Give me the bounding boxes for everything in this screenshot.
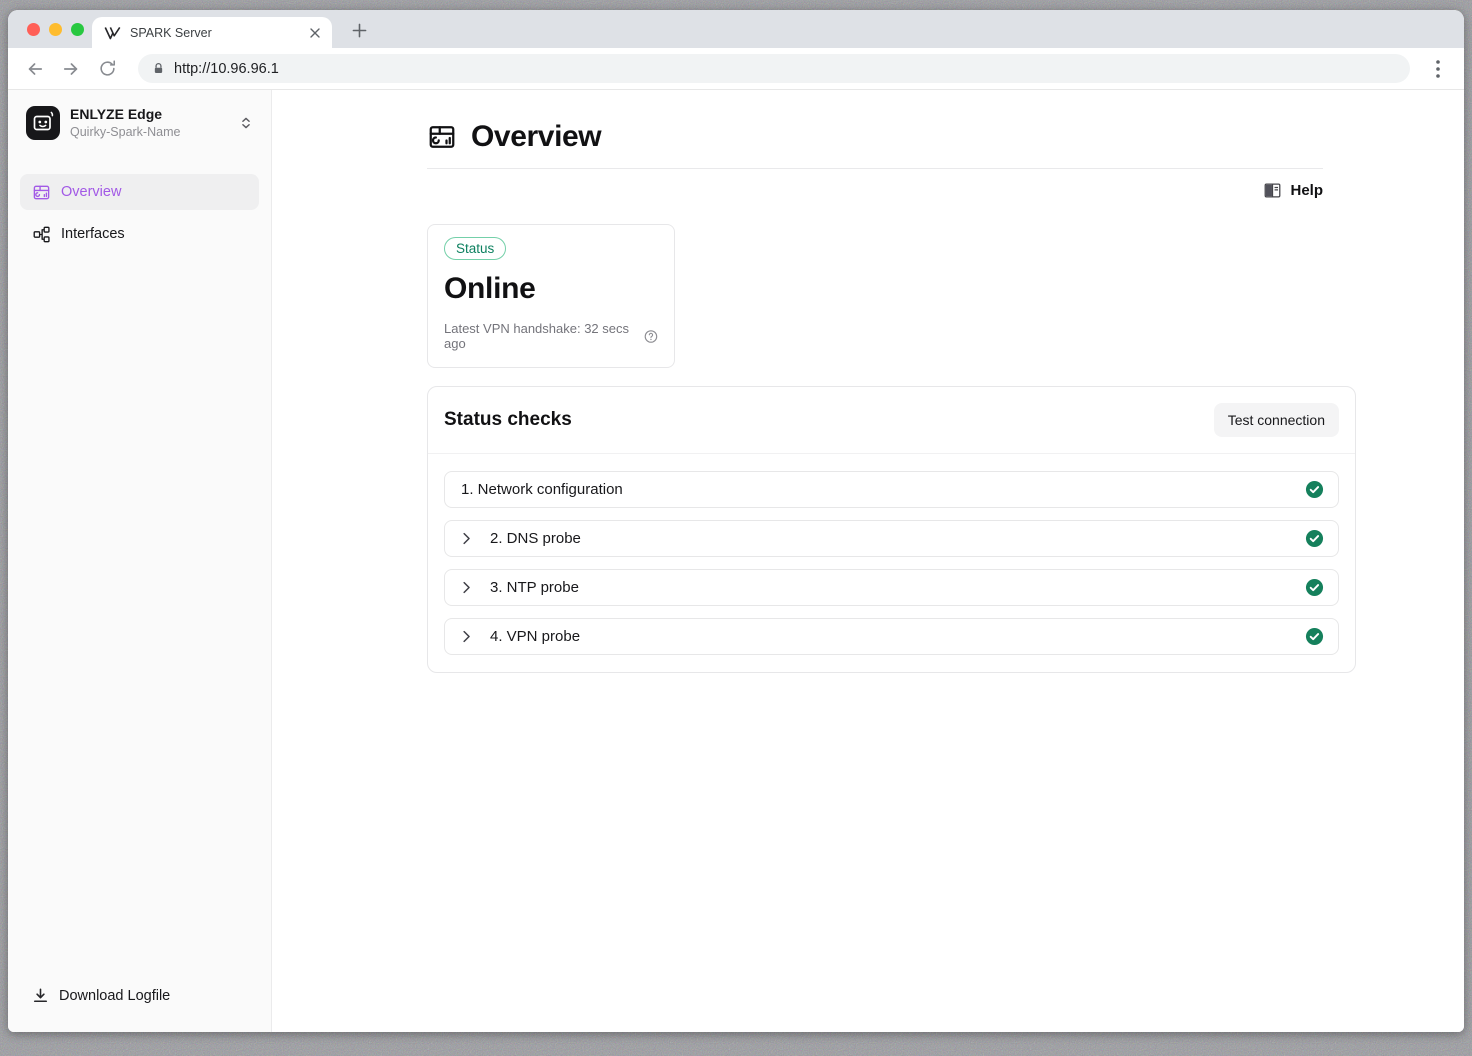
help-row: Help: [427, 181, 1323, 200]
app-content: ENLYZE Edge Quirky-Spark-Name Overview I: [8, 90, 1464, 1032]
dashboard-icon: [427, 122, 457, 152]
plus-icon: [352, 23, 367, 38]
back-arrow-icon: [25, 59, 45, 79]
sidebar-nav: Overview Interfaces: [20, 174, 259, 252]
browser-window: SPARK Server http://10.96.96.1: [8, 10, 1464, 1032]
check-row-network-configuration: 1. Network configuration: [444, 471, 1339, 508]
sidebar-item-label: Interfaces: [61, 226, 125, 242]
chevron-right-icon[interactable]: [459, 629, 474, 644]
check-label: 1. Network configuration: [461, 481, 623, 498]
status-card: Status Online Latest VPN handshake: 32 s…: [427, 224, 675, 368]
page-title: Overview: [471, 120, 601, 154]
download-logfile-label: Download Logfile: [59, 988, 170, 1004]
close-tab-icon[interactable]: [310, 28, 320, 38]
dashboard-icon: [32, 183, 51, 202]
test-connection-button[interactable]: Test connection: [1214, 403, 1339, 437]
forward-arrow-icon: [61, 59, 81, 79]
question-circle-icon[interactable]: [644, 329, 658, 344]
check-row-vpn-probe[interactable]: 4. VPN probe: [444, 618, 1339, 655]
check-success-icon: [1305, 627, 1324, 646]
check-row-dns-probe[interactable]: 2. DNS probe: [444, 520, 1339, 557]
check-label: 3. NTP probe: [490, 579, 579, 596]
site-favicon-icon: [104, 26, 121, 40]
status-checks-card: Status checks Test connection 1. Network…: [427, 386, 1356, 673]
browser-menu-button[interactable]: [1426, 57, 1450, 81]
chevron-right-icon[interactable]: [459, 531, 474, 546]
sidebar-item-label: Overview: [61, 184, 121, 200]
chevron-right-icon[interactable]: [459, 580, 474, 595]
workspace-labels: ENLYZE Edge Quirky-Spark-Name: [70, 106, 229, 140]
check-label: 4. VPN probe: [490, 628, 580, 645]
close-window-button[interactable]: [27, 23, 40, 36]
status-badge: Status: [444, 237, 506, 260]
status-value: Online: [444, 272, 658, 306]
handshake-text: Latest VPN handshake: 32 secs ago: [444, 321, 639, 351]
sidebar: ENLYZE Edge Quirky-Spark-Name Overview I: [8, 90, 272, 1032]
chevron-up-down-icon: [239, 116, 253, 130]
address-bar[interactable]: http://10.96.96.1: [138, 54, 1410, 83]
download-logfile-button[interactable]: Download Logfile: [20, 981, 259, 1010]
reload-icon: [98, 59, 117, 78]
check-success-icon: [1305, 480, 1324, 499]
check-row-ntp-probe[interactable]: 3. NTP probe: [444, 569, 1339, 606]
reload-button[interactable]: [94, 56, 120, 82]
check-success-icon: [1305, 529, 1324, 548]
download-icon: [32, 987, 49, 1004]
status-checks-list: 1. Network configuration 2. DNS probe: [428, 454, 1355, 672]
status-checks-header: Status checks Test connection: [428, 387, 1355, 454]
lock-icon: [152, 62, 165, 75]
help-link[interactable]: Help: [1263, 181, 1323, 200]
workspace-subtitle: Quirky-Spark-Name: [70, 124, 229, 140]
url-text: http://10.96.96.1: [174, 61, 279, 77]
kebab-menu-icon: [1436, 60, 1440, 78]
help-label: Help: [1290, 182, 1323, 199]
status-subtext: Latest VPN handshake: 32 secs ago: [444, 321, 658, 351]
header-divider: [427, 168, 1323, 169]
tab-title: SPARK Server: [130, 26, 301, 40]
browser-toolbar: http://10.96.96.1: [8, 48, 1464, 90]
fullscreen-window-button[interactable]: [71, 23, 84, 36]
minimize-window-button[interactable]: [49, 23, 62, 36]
sidebar-item-interfaces[interactable]: Interfaces: [20, 216, 259, 252]
status-checks-title: Status checks: [444, 409, 572, 431]
browser-tab-strip: SPARK Server: [8, 10, 1464, 48]
book-icon: [1263, 181, 1282, 200]
enlyze-device-logo: [26, 106, 60, 140]
page-header: Overview: [427, 120, 1356, 154]
workspace-name: ENLYZE Edge: [70, 106, 229, 124]
window-controls: [27, 23, 84, 36]
forward-button[interactable]: [58, 56, 84, 82]
sidebar-item-overview[interactable]: Overview: [20, 174, 259, 210]
workspace-switcher[interactable]: ENLYZE Edge Quirky-Spark-Name: [20, 102, 259, 144]
network-nodes-icon: [32, 225, 51, 244]
check-label: 2. DNS probe: [490, 530, 581, 547]
new-tab-button[interactable]: [346, 17, 372, 43]
browser-tab[interactable]: SPARK Server: [92, 17, 332, 48]
back-button[interactable]: [22, 56, 48, 82]
main-content: Overview Help Status Online Latest VPN h…: [272, 90, 1464, 1032]
check-success-icon: [1305, 578, 1324, 597]
